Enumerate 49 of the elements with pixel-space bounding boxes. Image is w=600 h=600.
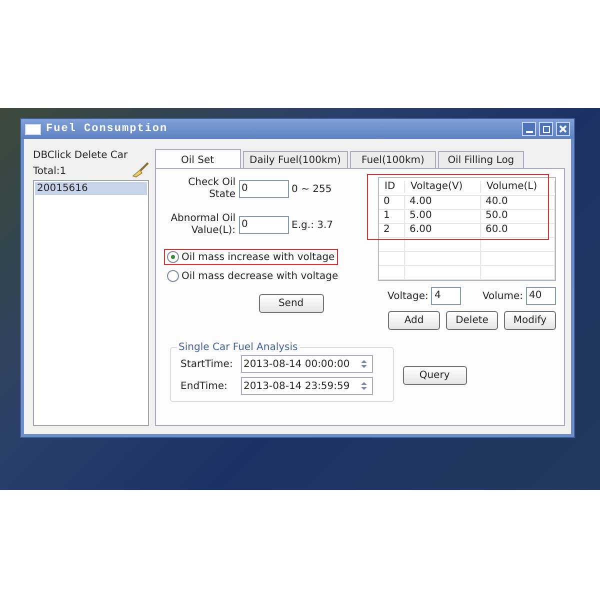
radio-option[interactable]: Oil mass decrease with voltage [164, 268, 342, 284]
window-icon [25, 124, 41, 134]
input-field[interactable]: 4 [431, 287, 462, 305]
tab[interactable]: Fuel(100km) [350, 151, 436, 168]
tab[interactable]: Daily Fuel(100km) [242, 151, 348, 168]
field-label: Voltage: [388, 290, 428, 302]
highlighted-radio-option[interactable]: Oil mass increase with voltage [164, 249, 338, 265]
table-cell: 40.0 [480, 196, 555, 209]
datetime-field[interactable]: 2013-08-14 23:59:59 [240, 377, 373, 395]
table-cell: 5.00 [404, 210, 481, 223]
table-action-button[interactable]: Add [388, 311, 440, 330]
table-cell: 4.00 [404, 196, 481, 209]
list-header: DBClick Delete Car [33, 149, 129, 162]
column-header[interactable]: Voltage(V) [404, 180, 481, 192]
table-cell: 1 [378, 210, 405, 223]
field-label: Check Oil State [187, 177, 236, 201]
tab[interactable]: Oil Set [154, 149, 241, 168]
group-title: Single Car Fuel Analysis [178, 342, 299, 353]
table-cell: 50.0 [480, 210, 555, 223]
column-header[interactable]: ID [378, 180, 405, 192]
table-cell: 6.00 [404, 224, 481, 237]
field-label: StartTime: [180, 358, 234, 370]
table-cell: 0 [378, 196, 405, 209]
minimize-button[interactable] [522, 122, 536, 136]
field-label: Volume: [482, 290, 523, 302]
tab[interactable]: Oil Filling Log [438, 151, 524, 168]
table-cell: 60.0 [480, 224, 555, 237]
car-list-item[interactable]: 20015616 [35, 182, 147, 195]
field-hint: E.g.: 3.7 [292, 220, 334, 230]
send-button[interactable]: Send [258, 294, 324, 313]
query-button[interactable]: Query [402, 366, 467, 384]
input-field[interactable]: 0 [238, 180, 289, 198]
table-action-button[interactable]: Modify [504, 311, 556, 330]
field-hint: 0 ~ 255 [292, 184, 332, 194]
window-title: Fuel Consumption [46, 123, 168, 135]
table-action-button[interactable]: Delete [446, 311, 498, 330]
field-label: EndTime: [180, 380, 228, 392]
input-field[interactable]: 40 [526, 287, 556, 305]
maximize-button[interactable] [539, 122, 553, 136]
datetime-field[interactable]: 2013-08-14 00:00:00 [240, 355, 373, 373]
column-header[interactable]: Volume(L) [480, 180, 555, 192]
table-cell: 2 [378, 224, 405, 237]
close-icon [559, 125, 567, 133]
maximize-icon [542, 126, 550, 132]
close-button[interactable] [556, 122, 570, 136]
input-field[interactable]: 0 [238, 216, 289, 234]
brush-icon[interactable] [130, 162, 149, 178]
field-label: Abnormal Oil Value(L): [170, 213, 236, 237]
total-count: Total:1 [33, 165, 66, 178]
